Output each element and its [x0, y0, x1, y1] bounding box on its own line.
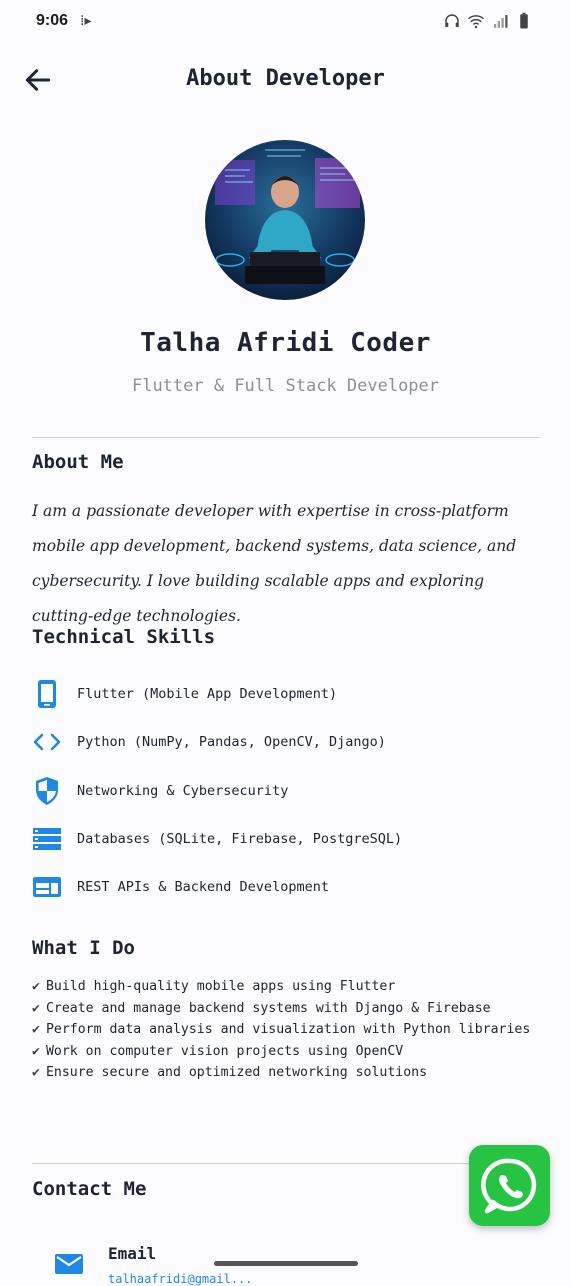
list-item: ✔ Build high-quality mobile apps using Fl… — [32, 979, 396, 994]
skill-item: Networking & Cybersecurity — [32, 767, 542, 815]
check-icon: ✔ — [32, 1000, 40, 1016]
email-icon — [55, 1254, 83, 1274]
what-i-do-section-title: What I Do — [32, 937, 135, 959]
app-notification-icon: ⁞▸ — [80, 13, 92, 29]
web-icon — [32, 872, 62, 902]
email-label: Email — [108, 1244, 157, 1263]
list-item: ✔ Work on computer vision projects using … — [32, 1043, 404, 1059]
skill-item: Databases (SQLite, Firebase, PostgreSQL) — [32, 815, 542, 863]
skills-section-title: Technical Skills — [32, 626, 216, 648]
status-bar: 9:06 ⁞▸ — [0, 0, 571, 44]
list-item: ✔ Create and manage backend systems with … — [32, 1000, 491, 1016]
skill-label: Databases (SQLite, Firebase, PostgreSQL) — [77, 831, 403, 848]
whatsapp-button[interactable] — [469, 1145, 550, 1226]
wifi-icon — [468, 15, 484, 29]
smartphone-icon — [32, 679, 62, 709]
page-title: About Developer — [186, 66, 385, 91]
battery-icon — [520, 12, 528, 29]
skill-label: REST APIs & Backend Development — [77, 879, 329, 896]
storage-icon — [32, 824, 62, 854]
shield-icon — [32, 776, 62, 806]
developer-name: Talha Afridi Coder — [140, 328, 431, 358]
whatsapp-icon — [480, 1158, 536, 1213]
status-time: 9:06 — [36, 12, 69, 29]
check-icon: ✔ — [32, 1043, 40, 1059]
check-icon: ✔ — [32, 1065, 40, 1080]
divider — [32, 437, 539, 438]
contact-section-title: Contact Me — [32, 1178, 147, 1200]
skill-label: Python (NumPy, Pandas, OpenCV, Django) — [77, 734, 386, 751]
divider — [32, 1163, 539, 1164]
skill-label: Networking & Cybersecurity — [77, 782, 289, 799]
skill-item: Python (NumPy, Pandas, OpenCV, Django) — [32, 718, 542, 766]
email-value[interactable]: talhaafridi@gmail... — [108, 1272, 253, 1286]
home-indicator[interactable] — [214, 1261, 358, 1266]
avatar — [205, 140, 365, 300]
skill-item: Flutter (Mobile App Development) — [32, 670, 542, 718]
what-i-do-list: ✔ Build high-quality mobile apps using Fl… — [32, 976, 542, 1084]
list-item: ✔ Ensure secure and optimized networking … — [32, 1065, 428, 1080]
code-icon — [32, 727, 62, 757]
signal-icon — [494, 15, 508, 28]
about-text: I am a passionate developer with experti… — [32, 502, 517, 625]
list-item: ✔ Perform data analysis and visualization… — [32, 1022, 531, 1037]
skill-label: Flutter (Mobile App Development) — [77, 686, 338, 703]
status-icons — [443, 12, 533, 30]
check-icon: ✔ — [32, 979, 40, 994]
skill-item: REST APIs & Backend Development — [32, 863, 542, 911]
check-icon: ✔ — [32, 1022, 40, 1037]
skills-list: Flutter (Mobile App Development) Python … — [32, 670, 542, 911]
developer-role: Flutter & Full Stack Developer — [131, 376, 440, 396]
about-section-title: About Me — [32, 451, 124, 473]
headphones-icon — [445, 14, 459, 27]
app-bar: About Developer — [0, 56, 571, 106]
